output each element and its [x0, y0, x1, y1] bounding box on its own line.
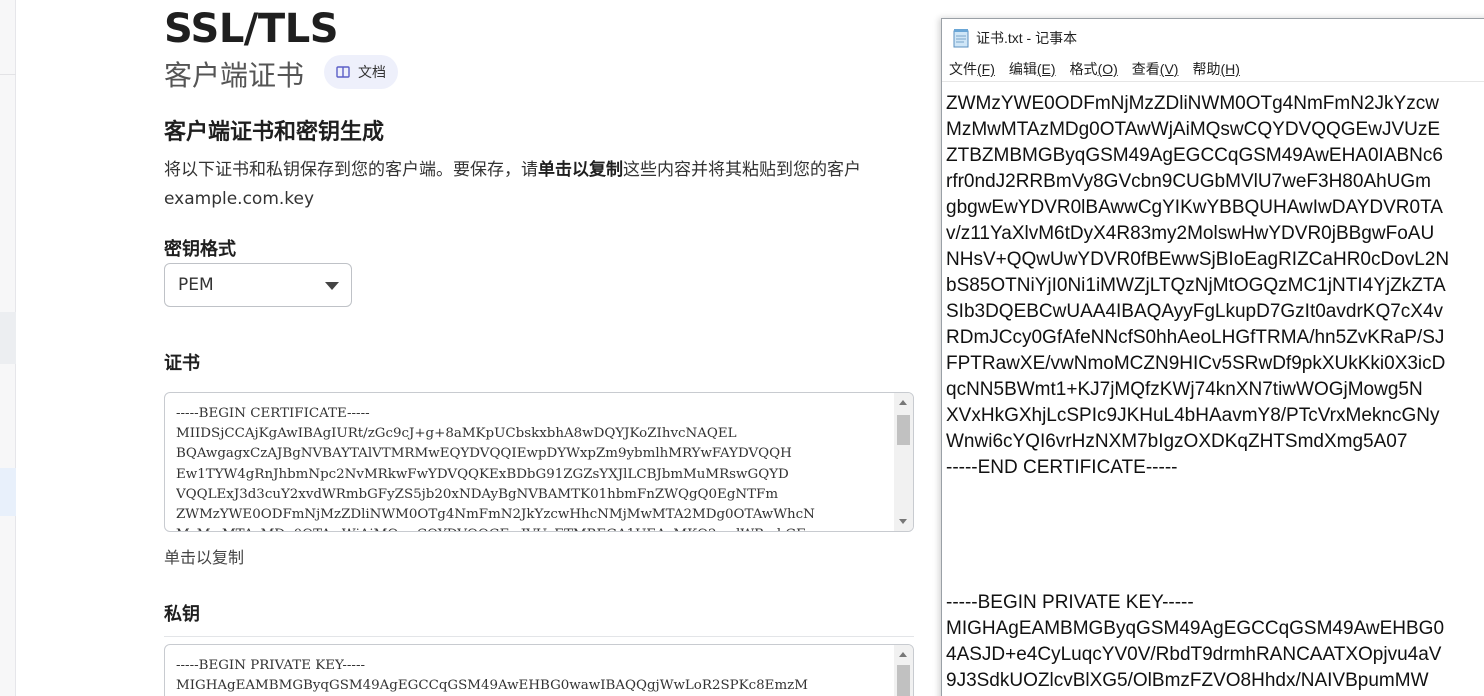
notepad-menu-item[interactable]: 格式(O)	[1070, 59, 1118, 79]
notepad-icon	[953, 29, 969, 48]
notepad-text-line: FPTRawXE/vwNmoMCZN9HICv5SRwDf9pkXUkKki0X…	[946, 353, 1446, 374]
private-key-label: 私钥	[164, 604, 200, 625]
desc-line2: example.com.key	[164, 189, 315, 209]
key-format-value: PEM	[178, 275, 214, 295]
notepad-text-line: SIb3DQEBCwUAA4IBAQAyyFgLkupD7GzIt0avdrKQ…	[946, 301, 1444, 322]
section-divider	[164, 636, 914, 637]
notepad-text-line: MIGHAgEAMBMGByqGSM49AgEGCCqGSM49AwEHBG0	[946, 618, 1445, 639]
notepad-text-line: Wnwi6cYQI6vrHzNXM7bIgzOXDKqZHTSmdXmg5A07	[946, 431, 1408, 452]
notepad-text-line: 4ASJD+e4CyLuqcYV0V/RbdT9drmhRANCAATXOpjv…	[946, 644, 1442, 665]
chevron-down-icon	[325, 282, 339, 290]
notepad-menu-accelerator: (V)	[1159, 61, 1179, 77]
notepad-text-line: -----END CERTIFICATE-----	[946, 457, 1178, 478]
sidebar-divider	[0, 74, 16, 75]
private-key-scrollbar[interactable]	[894, 645, 913, 696]
notepad-text-line: ZWMzYWE0ODFmNjMzZDliNWM0OTg4NmFmN2JkYzcw	[946, 93, 1439, 114]
notepad-text-line: XVxHkGXhjLcSPIc9JKHuL4bHAavmY8/PTcVrxMek…	[946, 405, 1440, 426]
copy-hint[interactable]: 单击以复制	[164, 544, 244, 568]
desc-suffix: 这些内容并将其粘贴到您的客户	[623, 160, 861, 180]
notepad-menu-item[interactable]: 帮助(H)	[1192, 59, 1239, 79]
notepad-text-line: NHsV+QQwUwYDVR0fBEwwSjBIoEagRIZCaHR0cDov…	[946, 249, 1450, 270]
certificate-label: 证书	[164, 353, 200, 374]
notepad-menu-accelerator: (F)	[977, 61, 995, 77]
notepad-menu-label: 格式	[1069, 61, 1098, 77]
book-icon	[336, 66, 350, 78]
notepad-text-line: RDmJCcy0GfAfeNNcfS0hhAeoLHGfTRMA/hn5ZvKR…	[946, 327, 1445, 348]
certificate-scrollbar[interactable]	[894, 393, 913, 531]
section-description: 将以下证书和私钥保存到您的客户端。要保存，请单击以复制这些内容并将其粘贴到您的客…	[164, 156, 944, 214]
sidebar-item-active[interactable]	[0, 468, 16, 516]
notepad-editor[interactable]: ZWMzYWE0ODFmNjMzZDliNWM0OTg4NmFmN2JkYzcw…	[942, 81, 1484, 696]
main-content: SSL/TLS 客户端证书 文档 客户端证书和密钥生成 将以下证书和私钥保存到您…	[164, 0, 944, 696]
scroll-down-icon[interactable]	[899, 519, 907, 524]
notepad-menu-label: 帮助	[1192, 61, 1221, 77]
scroll-up-icon[interactable]	[899, 400, 907, 405]
desc-bold: 单击以复制	[538, 160, 623, 180]
docs-button[interactable]: 文档	[324, 55, 398, 89]
notepad-menu-accelerator: (E)	[1036, 61, 1056, 77]
notepad-text-line: v/z11YaXlvM6tDyX4R83my2MolswHwYDVR0jBBgw…	[946, 223, 1435, 244]
notepad-menubar: 文件(F) 编辑(E) 格式(O) 查看(V) 帮助(H)	[942, 57, 1484, 81]
notepad-text-line: rfr0ndJ2RRBmVy8GVcbn9CUGbMVlU7weF3H80AhU…	[946, 171, 1432, 192]
notepad-text-line: 9J3SdkUOZlcvBlXG5/OlBmzFZVO8Hhdx/NAIVBpu…	[946, 670, 1429, 691]
notepad-menu-item[interactable]: 编辑(E)	[1009, 59, 1056, 79]
notepad-window[interactable]: 证书.txt - 记事本 文件(F) 编辑(E) 格式(O) 查看(V) 帮助(H) Z…	[941, 18, 1484, 696]
notepad-text-line: qcNN5BWmt1+KJ7jMQfzKWj74knXN7tiwWOGjMowg…	[946, 379, 1423, 400]
key-format-select[interactable]: PEM	[164, 263, 352, 307]
scroll-up-icon[interactable]	[899, 652, 907, 657]
notepad-title: 证书.txt - 记事本	[976, 30, 1078, 46]
notepad-text-line: ZTBZMBMGByqGSM49AgEGCCqGSM49AwEHA0IABNc6	[946, 145, 1443, 166]
sidebar-item[interactable]	[0, 312, 16, 364]
notepad-titlebar[interactable]: 证书.txt - 记事本	[942, 19, 1484, 57]
key-format-label: 密钥格式	[164, 239, 236, 260]
scrollbar-thumb[interactable]	[897, 665, 910, 696]
notepad-menu-label: 查看	[1131, 61, 1160, 77]
left-sidebar	[0, 0, 16, 696]
notepad-text-line: bS85OTNiYjI0Ni1iMWZjLTQzNjMtOGQzMC1jNTI4…	[946, 275, 1446, 296]
notepad-menu-item[interactable]: 文件(F)	[949, 59, 995, 79]
notepad-menu-label: 编辑	[1008, 61, 1037, 77]
certificate-text[interactable]: -----BEGIN CERTIFICATE----- MIIDSjCCAjKg…	[176, 404, 891, 531]
notepad-text-line: gbgwEwYDVR0lBAwwCgYIKwYBBQUHAwIwDAYDVR0T…	[946, 197, 1443, 218]
scrollbar-thumb[interactable]	[897, 415, 910, 445]
notepad-text-line: -----BEGIN PRIVATE KEY-----	[946, 592, 1194, 613]
notepad-menu-accelerator: (H)	[1220, 61, 1240, 77]
certificate-textarea[interactable]: -----BEGIN CERTIFICATE----- MIIDSjCCAjKg…	[164, 392, 914, 532]
page-title: SSL/TLS	[164, 6, 339, 52]
private-key-textarea[interactable]: -----BEGIN PRIVATE KEY----- MIGHAgEAMBMG…	[164, 644, 914, 696]
notepad-menu-label: 文件	[949, 61, 977, 77]
docs-button-label: 文档	[358, 65, 386, 81]
notepad-menu-item[interactable]: 查看(V)	[1132, 59, 1179, 79]
desc-prefix: 将以下证书和私钥保存到您的客户端。要保存，请	[164, 160, 538, 180]
notepad-menu-accelerator: (O)	[1097, 61, 1118, 77]
private-key-text[interactable]: -----BEGIN PRIVATE KEY----- MIGHAgEAMBMG…	[176, 656, 891, 696]
notepad-text-line: MzMwMTAzMDg0OTAwWjAiMQswCQYDVQQGEwJVUzE	[946, 119, 1441, 140]
section-heading: 客户端证书和密钥生成	[164, 120, 385, 145]
page-subtitle: 客户端证书	[164, 59, 305, 92]
